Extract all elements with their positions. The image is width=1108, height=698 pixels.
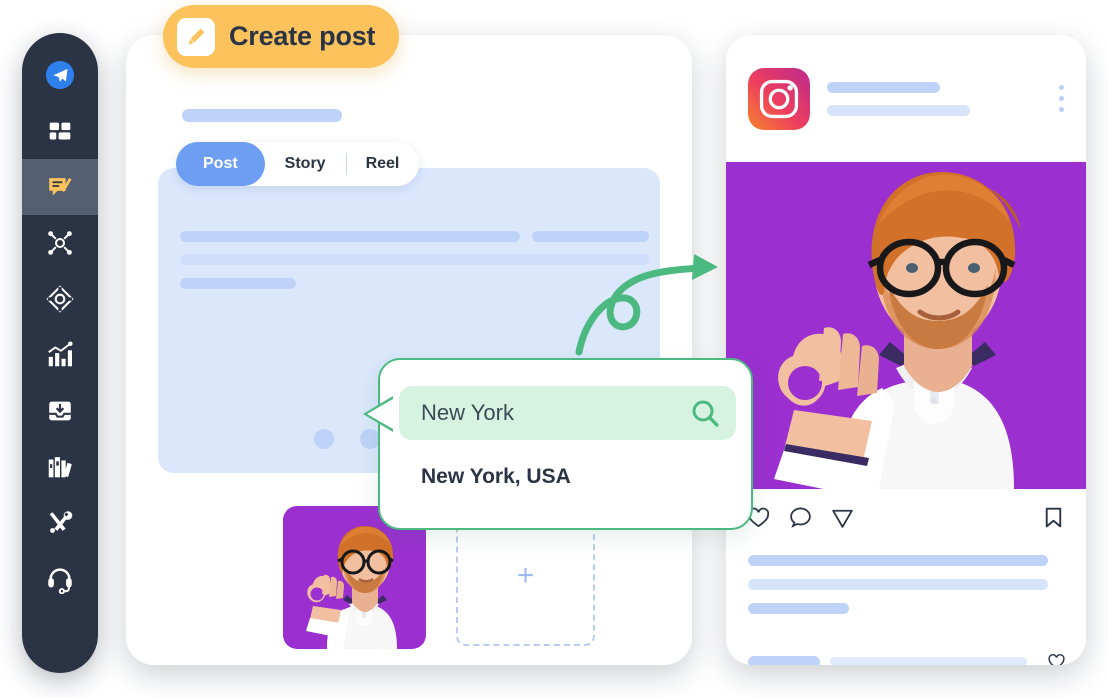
chat-edit-icon bbox=[49, 177, 72, 196]
location-search-popup: New York New York, USA bbox=[363, 358, 753, 530]
caption-line-3 bbox=[748, 603, 849, 614]
search-icon[interactable] bbox=[690, 398, 720, 428]
instagram-account-placeholder bbox=[827, 81, 1047, 116]
network-icon bbox=[48, 231, 72, 255]
comment-text-placeholder bbox=[830, 657, 1027, 665]
send-icon bbox=[45, 60, 75, 90]
tools-icon bbox=[49, 511, 73, 533]
app-sidebar bbox=[22, 33, 98, 673]
instagram-preview-card bbox=[726, 35, 1086, 665]
instagram-icon bbox=[748, 67, 810, 130]
account-meta-placeholder bbox=[827, 104, 970, 116]
location-search-field[interactable]: New York bbox=[399, 386, 736, 440]
plus-icon: + bbox=[516, 559, 535, 592]
bookmark-icon[interactable] bbox=[1041, 505, 1066, 530]
comment-icon[interactable] bbox=[788, 505, 813, 530]
create-post-badge-label: Create post bbox=[229, 21, 376, 51]
instagram-card-header bbox=[726, 35, 1086, 162]
sidebar-item-support[interactable] bbox=[22, 551, 98, 607]
more-vertical-icon[interactable] bbox=[1047, 85, 1064, 112]
compose-text-line-3 bbox=[180, 278, 296, 289]
headset-icon bbox=[48, 568, 72, 594]
location-result-item[interactable]: New York, USA bbox=[421, 465, 571, 489]
carousel-dot[interactable] bbox=[360, 429, 380, 449]
sidebar-item-analytics[interactable] bbox=[22, 327, 98, 383]
curved-arrow-icon bbox=[575, 254, 718, 356]
inbox-download-icon bbox=[49, 401, 71, 421]
comment-author-placeholder bbox=[748, 655, 820, 665]
location-search-input[interactable]: New York bbox=[421, 400, 690, 426]
sidebar-item-tools[interactable] bbox=[22, 495, 98, 551]
caption-line-2 bbox=[748, 579, 1048, 590]
dashboard-icon bbox=[49, 122, 71, 140]
sidebar-item-dashboard[interactable] bbox=[22, 103, 98, 159]
sidebar-item-create-post[interactable] bbox=[22, 159, 98, 215]
analytics-icon bbox=[48, 341, 73, 367]
instagram-comment-row bbox=[726, 627, 1086, 665]
tab-reel[interactable]: Reel bbox=[345, 142, 420, 186]
pencil-icon bbox=[188, 28, 205, 44]
sidebar-item-library[interactable] bbox=[22, 439, 98, 495]
person-ok-gesture-photo bbox=[726, 162, 1086, 489]
comment-like-heart-icon[interactable] bbox=[1047, 652, 1066, 665]
instagram-caption-placeholder bbox=[726, 545, 1086, 614]
instagram-action-bar bbox=[726, 489, 1086, 545]
pencil-icon-wrap bbox=[177, 17, 215, 56]
sidebar-item-inbox[interactable] bbox=[22, 383, 98, 439]
post-type-tabs: Post Story Reel bbox=[176, 142, 420, 186]
sidebar-item-network[interactable] bbox=[22, 215, 98, 271]
target-icon bbox=[46, 285, 74, 313]
account-name-placeholder bbox=[827, 81, 940, 93]
compose-text-line-1 bbox=[180, 231, 520, 242]
library-icon bbox=[48, 457, 72, 478]
carousel-dot[interactable] bbox=[314, 429, 334, 449]
sidebar-item-send[interactable] bbox=[22, 47, 98, 103]
tab-post[interactable]: Post bbox=[176, 142, 265, 186]
editor-title-placeholder bbox=[182, 109, 342, 122]
sidebar-item-target[interactable] bbox=[22, 271, 98, 327]
create-post-badge[interactable]: Create post bbox=[163, 5, 400, 68]
share-send-icon[interactable] bbox=[830, 505, 855, 530]
caption-line-1 bbox=[748, 555, 1048, 566]
tab-story[interactable]: Story bbox=[265, 142, 346, 186]
compose-text-line-1b bbox=[532, 231, 649, 242]
instagram-post-image bbox=[726, 162, 1086, 489]
screenshot-root: Post Story Reel + Create post New York N… bbox=[0, 0, 1108, 698]
